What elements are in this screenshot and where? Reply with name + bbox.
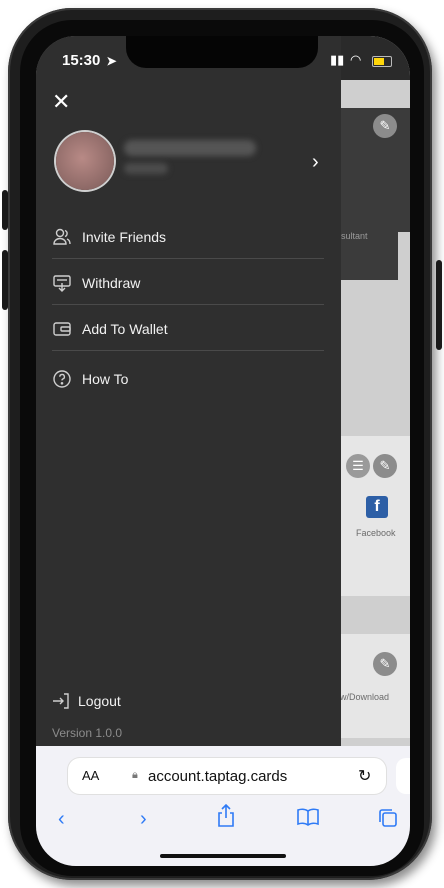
facebook-icon[interactable]: f [366,496,388,518]
version-label: Version 1.0.0 [52,726,123,740]
text-size-button[interactable]: AA [82,768,99,783]
logout-label: Logout [78,693,121,709]
wifi-icon: ◠ [349,52,362,67]
divider [52,258,324,259]
users-icon [52,227,72,247]
logout-button[interactable]: Logout [52,692,121,710]
download-label: w/Download [340,692,390,702]
edit-icon[interactable]: ✎ [373,454,397,478]
help-icon [52,369,72,389]
address-bar[interactable]: AA 🔒︎ account.taptag.cards ↻ [68,758,386,794]
menu-label: How To [82,371,129,387]
tabs-icon[interactable] [378,808,398,834]
reload-icon[interactable]: ↻ [358,766,371,786]
location-arrow-icon: ➤ [106,54,117,68]
bookmarks-icon[interactable] [296,808,320,832]
status-icons: ▮▮ ◠ [330,52,361,68]
withdraw-icon [52,273,72,293]
lock-icon: 🔒︎ [132,769,138,781]
wallet-icon [52,319,72,339]
menu-item-how-to[interactable]: How To [52,356,324,402]
divider [52,304,324,305]
download-card [336,634,410,738]
menu-item-invite-friends[interactable]: Invite Friends [52,214,324,260]
share-icon[interactable] [216,803,236,834]
home-indicator [160,854,286,858]
menu-item-withdraw[interactable]: Withdraw [52,260,324,306]
avatar[interactable] [56,132,114,190]
notch [126,36,318,68]
logout-icon [52,692,70,710]
list-icon[interactable]: ☰ [346,454,370,478]
menu-label: Add To Wallet [82,321,168,337]
menu-label: Withdraw [82,275,141,291]
edit-icon[interactable]: ✎ [373,114,397,138]
profile-card-extension [336,156,398,280]
chevron-right-icon[interactable]: › [312,151,319,174]
screen: ✎ nsultant ☰ ✎ f Facebook ✎ w/Download ✕… [36,36,410,866]
signal-icon: ▮▮ [330,52,345,67]
back-icon[interactable]: ‹ [58,808,65,831]
menu-label: Invite Friends [82,229,167,245]
forward-icon[interactable]: › [140,808,147,831]
facebook-label: Facebook [356,528,396,538]
divider [52,350,324,351]
side-button [2,250,8,310]
side-drawer: ✕ › Invite Friends Withdraw Add To Walle… [36,36,341,746]
profile-name-redacted [124,140,256,156]
safari-toolbar: AA 🔒︎ account.taptag.cards ↻ ‹ › [36,746,410,866]
status-time: 15:30 ➤ [62,52,117,69]
battery-icon [372,56,392,67]
close-icon[interactable]: ✕ [52,91,70,113]
url-text[interactable]: account.taptag.cards [148,768,287,785]
edit-icon[interactable]: ✎ [373,652,397,676]
profile-subtitle-redacted [124,163,168,174]
side-button [436,260,442,350]
side-button [2,190,8,230]
next-tab-peek[interactable] [396,758,410,794]
menu-item-add-to-wallet[interactable]: Add To Wallet [52,306,324,352]
